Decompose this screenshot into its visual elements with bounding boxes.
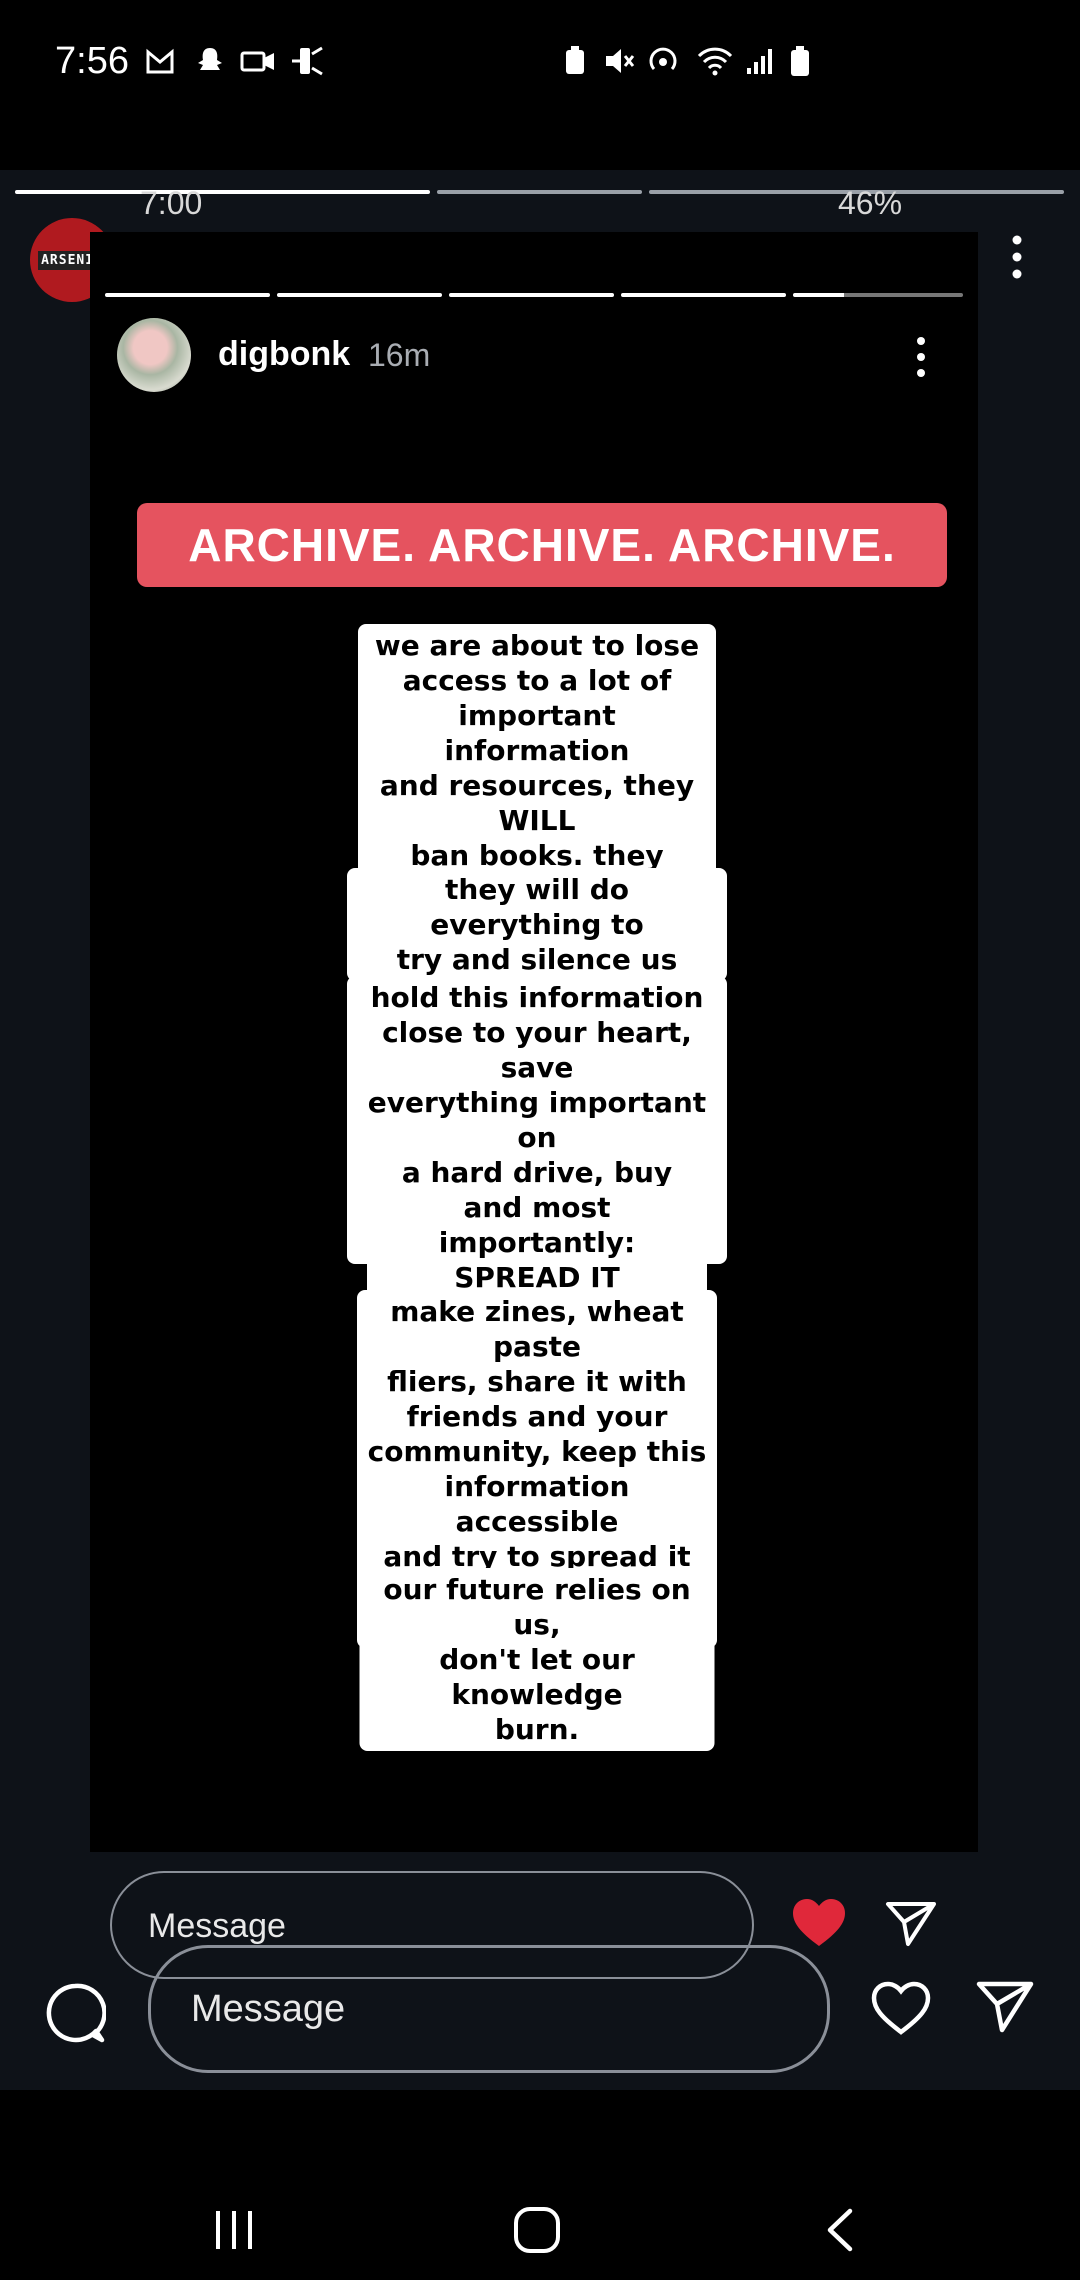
gmail-icon <box>146 48 174 74</box>
inner-message-placeholder: Message <box>148 1907 286 1945</box>
battery-icon <box>791 46 809 76</box>
mute-icon <box>606 49 635 73</box>
snapchat-icon <box>198 48 222 70</box>
inner-progress-segment <box>277 293 442 297</box>
inner-send-icon[interactable] <box>884 1898 938 1948</box>
inner-progress-segment <box>793 293 963 297</box>
inner-username[interactable]: digbonk <box>218 335 350 374</box>
story-progress-segment <box>15 190 430 194</box>
send-icon[interactable] <box>975 1978 1035 2034</box>
video-call-icon <box>240 51 274 72</box>
heart-icon[interactable] <box>870 1980 932 2036</box>
signal-icon <box>747 49 772 74</box>
inner-progress-segment <box>105 293 270 297</box>
screen-mirror-icon <box>292 46 323 76</box>
liked-heart-icon[interactable] <box>790 1896 848 1950</box>
wifi-icon <box>697 47 733 76</box>
home-icon[interactable] <box>512 2205 562 2255</box>
inner-more-options-icon[interactable] <box>909 334 933 380</box>
message-input[interactable]: Message <box>148 1945 830 2073</box>
comment-icon[interactable] <box>44 1982 106 2044</box>
hotspot-icon <box>649 47 677 70</box>
inner-avatar[interactable] <box>117 318 191 392</box>
headline-banner: ARCHIVE. ARCHIVE. ARCHIVE. <box>137 503 947 587</box>
status-bar: 7:56 <box>0 0 1080 130</box>
inner-progress-segment <box>449 293 614 297</box>
inner-battery-percent: 46% <box>838 185 903 221</box>
story-progress-segment <box>437 190 642 194</box>
recent-apps-icon[interactable] <box>210 2207 258 2253</box>
battery-saver-icon <box>566 46 584 74</box>
inner-progress-segment <box>621 293 786 297</box>
status-time: 7:56 <box>55 40 129 82</box>
inner-story-time: 16m <box>368 337 431 373</box>
message-placeholder: Message <box>191 1988 346 2030</box>
back-icon[interactable] <box>822 2207 858 2253</box>
text-block: our future relies on us, don't let our k… <box>359 1568 715 1751</box>
inner-status-time: 7:00 <box>140 185 203 221</box>
more-options-icon[interactable] <box>1005 232 1029 282</box>
text-block: and most importantly: SPREAD IT <box>367 1186 707 1299</box>
text-block: they will do everything to try and silen… <box>347 868 727 981</box>
navigation-bar <box>0 2090 1080 2280</box>
